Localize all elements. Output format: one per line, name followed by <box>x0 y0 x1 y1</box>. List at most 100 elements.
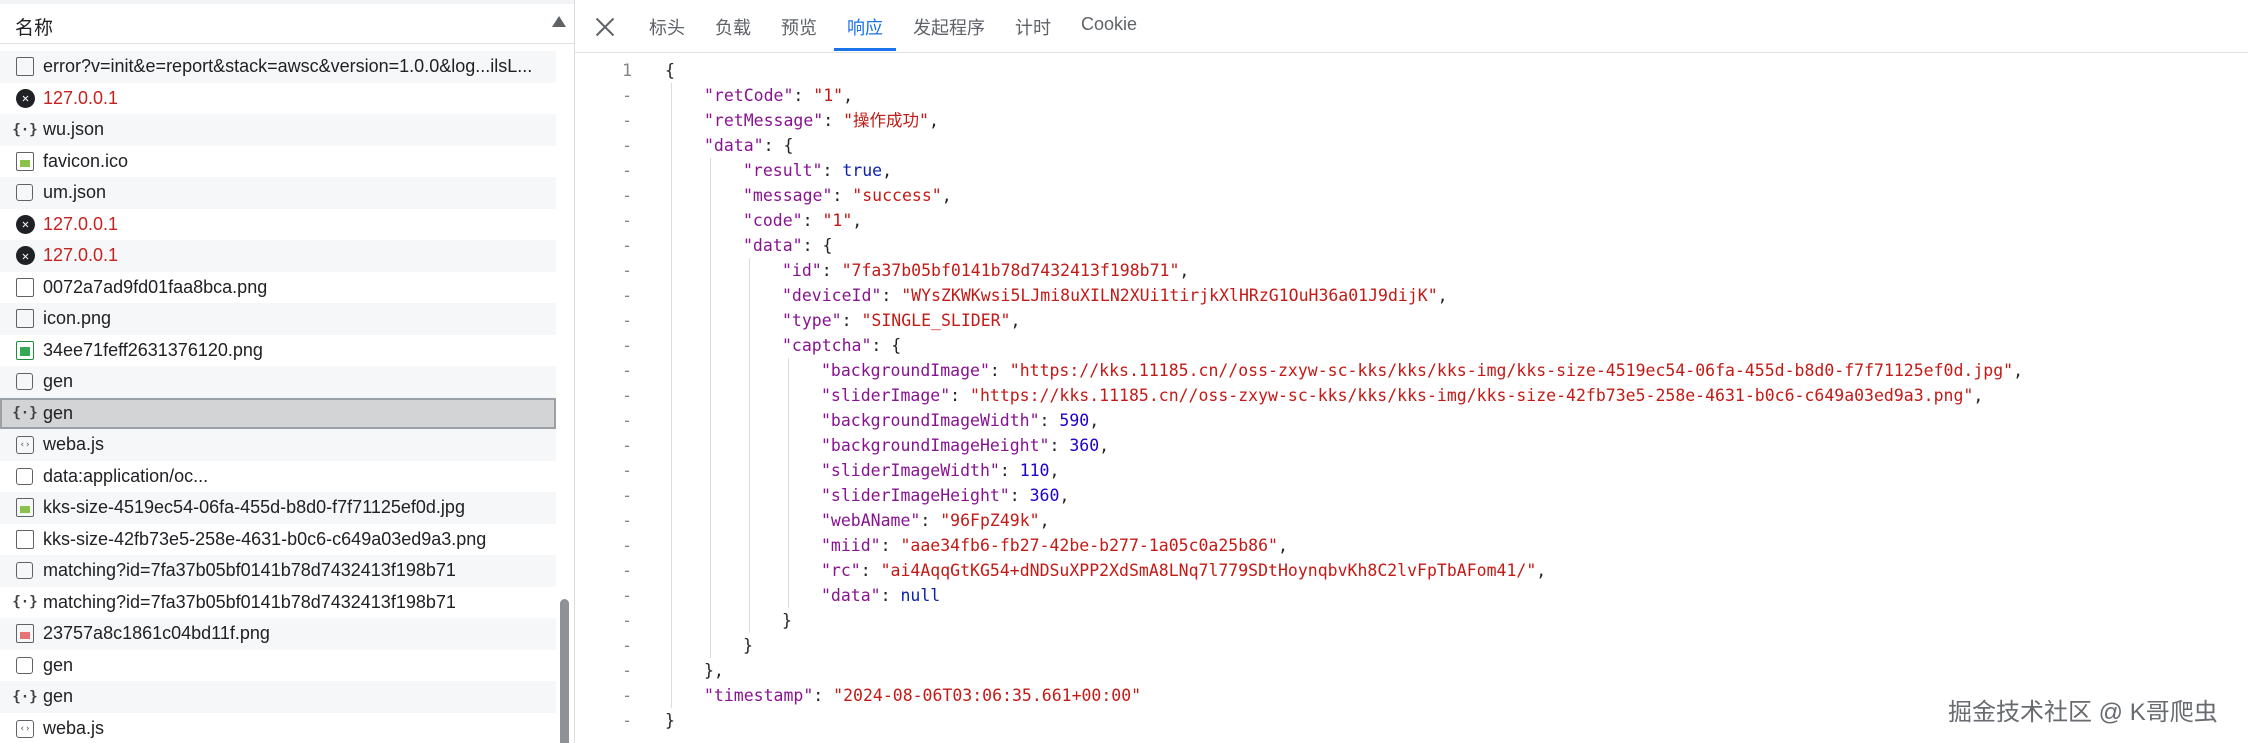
request-list-panel: 名称 error?v=init&e=report&stack=awsc&vers… <box>0 0 575 743</box>
json-key: "sliderImageHeight" <box>821 486 1010 505</box>
close-icon[interactable] <box>593 15 617 39</box>
response-code-view[interactable]: 1{- "retCode": "1", - "retMessage": "操作成功",… <box>575 58 2248 743</box>
fold-marker: - <box>622 436 632 455</box>
json-punct: : <box>802 211 823 230</box>
detail-tabbar: 标头 负载 预览 响应 发起程序 计时 Cookie <box>575 0 2248 53</box>
code-line: - "captcha": { <box>575 333 2248 358</box>
image-icon-green <box>16 340 34 360</box>
request-row[interactable]: data:application/oc... <box>0 461 556 493</box>
tab-headers[interactable]: 标头 <box>649 14 685 40</box>
scrollbar-thumb[interactable] <box>560 599 569 743</box>
request-row[interactable]: {·} matching?id=7fa37b05bf0141b78d7432413… <box>0 587 556 619</box>
json-key: "backgroundImage" <box>821 361 990 380</box>
json-punct: : { <box>871 336 902 355</box>
script-icon: ‹› <box>16 719 34 738</box>
error-icon: ✕ <box>16 88 35 108</box>
code-line: - "deviceId": "WYsZKWKwsi5LJmi8uXILN2XUi1… <box>575 283 2248 308</box>
request-row[interactable]: 23757a8c1861c04bd11f.png <box>0 618 556 650</box>
request-row[interactable]: kks-size-42fb73e5-258e-4631-b0c6-c649a03… <box>0 524 556 556</box>
fold-marker: - <box>622 386 632 405</box>
tab-cookie[interactable]: Cookie <box>1081 14 1137 35</box>
code-text: }, <box>704 658 724 683</box>
fold-marker: - <box>622 161 632 180</box>
json-punct: : { <box>763 136 794 155</box>
json-icon: {·} <box>12 121 38 138</box>
document-icon <box>16 57 34 76</box>
json-punct: , <box>2013 361 2024 380</box>
json-string: "7fa37b05bf0141b78d7432413f198b71" <box>841 261 1180 280</box>
request-row[interactable]: {·} gen <box>0 681 556 713</box>
json-key: "sliderImage" <box>821 386 951 405</box>
fold-marker: - <box>622 311 632 330</box>
json-string: "2024-08-06T03:06:35.661+00:00" <box>833 686 1142 705</box>
request-name: weba.js <box>43 434 105 454</box>
request-row[interactable]: ‹› weba.js <box>0 429 556 461</box>
tab-timing[interactable]: 计时 <box>1015 14 1051 40</box>
sort-ascending-icon[interactable] <box>552 16 566 27</box>
tab-response[interactable]: 响应 <box>847 14 883 40</box>
indent-guide <box>788 358 789 608</box>
code-line: - "code": "1", <box>575 208 2248 233</box>
request-rows: error?v=init&e=report&stack=awsc&version… <box>0 51 556 743</box>
request-row[interactable]: favicon.ico <box>0 146 556 178</box>
json-punct: : <box>1009 486 1030 505</box>
json-punct: : <box>813 686 834 705</box>
fold-marker: - <box>622 486 632 505</box>
request-row[interactable]: kks-size-4519ec54-06fa-455d-b8d0-f7f7112… <box>0 492 556 524</box>
json-punct: , <box>852 211 863 230</box>
request-row[interactable]: um.json <box>0 177 556 209</box>
code-line: - "retCode": "1", <box>575 83 2248 108</box>
request-row[interactable]: ✕ 127.0.0.1 <box>0 83 556 115</box>
fold-marker: - <box>622 561 632 580</box>
request-name: 127.0.0.1 <box>43 87 119 108</box>
request-row[interactable]: {·} wu.json <box>0 114 556 146</box>
code-text: "backgroundImage": "https://kks.11185.cn… <box>821 358 2023 383</box>
json-punct: : <box>950 386 971 405</box>
code-text: "message": "success", <box>743 183 952 208</box>
json-punct: , <box>1536 561 1547 580</box>
request-name: gen <box>43 402 74 423</box>
image-icon <box>16 151 34 171</box>
code-text: "data": null <box>821 583 940 608</box>
request-row[interactable]: ✕ 127.0.0.1 <box>0 209 556 241</box>
fold-marker: - <box>622 211 632 230</box>
json-punct: : <box>881 286 902 305</box>
request-row[interactable]: ‹› weba.js <box>0 713 556 743</box>
request-row[interactable]: 34ee71feff2631376120.png <box>0 335 556 367</box>
json-punct: : <box>841 311 862 330</box>
json-key: "retMessage" <box>704 111 824 130</box>
request-row[interactable]: icon.png <box>0 303 556 335</box>
blank-file-icon <box>16 184 33 201</box>
json-string: "https://kks.11185.cn//oss-zxyw-sc-kks/k… <box>970 386 1974 405</box>
tab-preview[interactable]: 预览 <box>781 14 817 40</box>
request-row[interactable]: gen <box>0 650 556 682</box>
tab-payload[interactable]: 负载 <box>715 14 751 40</box>
fold-marker: - <box>622 286 632 305</box>
code-line: - "message": "success", <box>575 183 2248 208</box>
document-icon <box>16 277 34 297</box>
json-number: 360 <box>1029 486 1060 505</box>
request-name: 127.0.0.1 <box>43 245 119 265</box>
json-punct: : <box>832 186 853 205</box>
fold-marker: - <box>622 686 632 705</box>
request-row[interactable]: gen <box>0 366 556 398</box>
json-punct: : <box>793 86 814 105</box>
request-list-scrollbar[interactable] <box>558 44 571 743</box>
request-row[interactable]: 0072a7ad9fd01faa8bca.png <box>0 272 556 304</box>
request-name: kks-size-42fb73e5-258e-4631-b0c6-c649a03… <box>43 528 487 549</box>
json-literal: true <box>842 161 883 180</box>
document-icon <box>16 309 34 328</box>
fold-marker: - <box>622 711 632 730</box>
json-punct: : <box>1039 411 1060 430</box>
request-row[interactable]: ✕ 127.0.0.1 <box>0 240 556 272</box>
request-row[interactable]: matching?id=7fa37b05bf0141b78d7432413f19… <box>0 555 556 587</box>
json-key: "backgroundImageWidth" <box>821 411 1040 430</box>
code-text: "code": "1", <box>743 208 862 233</box>
blank-file-icon <box>16 562 33 579</box>
request-row[interactable]: {·} gen <box>0 397 556 429</box>
tab-initiator[interactable]: 发起程序 <box>913 14 985 40</box>
name-column-header[interactable]: 名称 <box>0 4 575 44</box>
json-key: "code" <box>743 211 803 230</box>
request-row[interactable]: error?v=init&e=report&stack=awsc&version… <box>0 51 556 83</box>
code-line: - "webAName": "96FpZ49k", <box>575 508 2248 533</box>
